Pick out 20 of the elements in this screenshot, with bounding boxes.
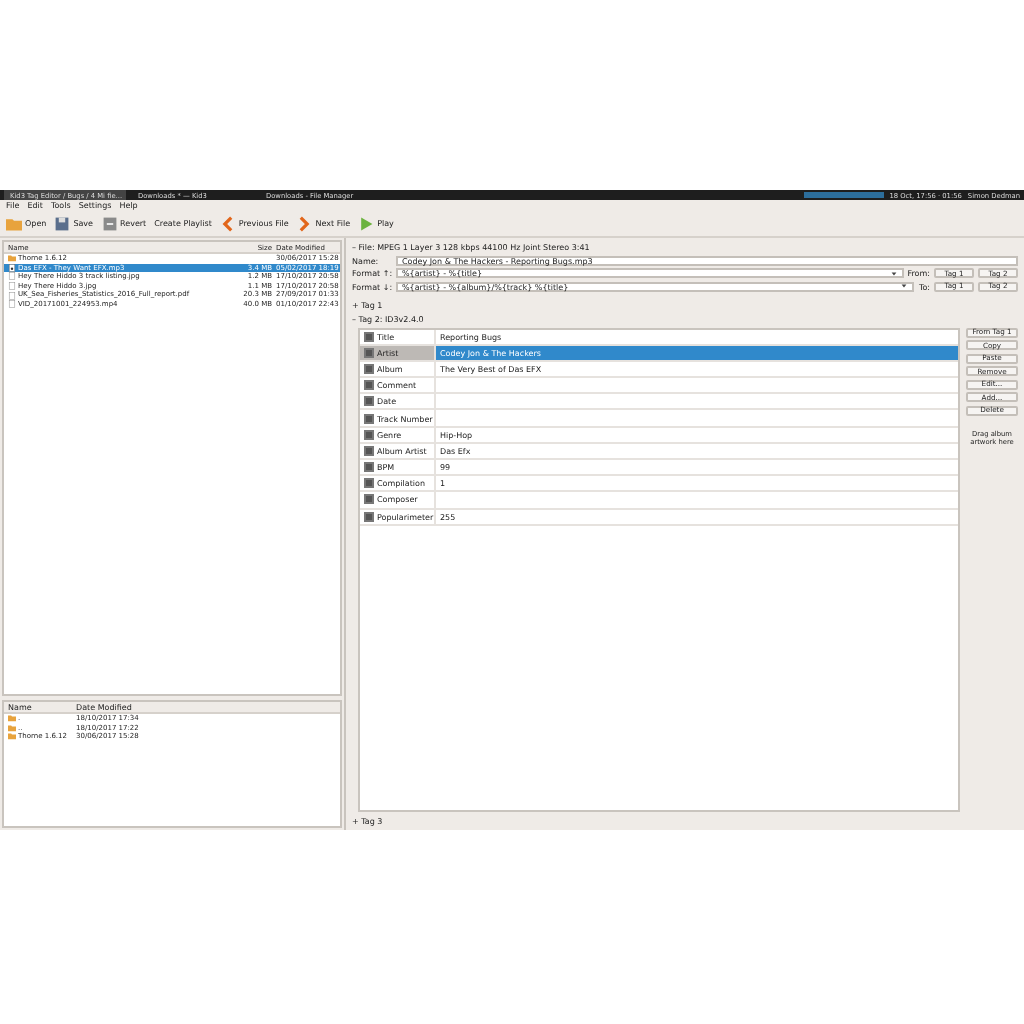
checkbox[interactable] <box>364 494 374 505</box>
checkbox[interactable] <box>364 445 374 456</box>
revert-icon <box>101 215 118 231</box>
checkbox[interactable] <box>364 396 374 407</box>
checkbox[interactable] <box>364 413 374 424</box>
folder-icon <box>8 254 16 263</box>
checkbox[interactable] <box>364 462 374 473</box>
checkbox[interactable] <box>364 478 374 489</box>
checkbox[interactable] <box>364 429 374 440</box>
checkbox[interactable] <box>364 347 374 358</box>
checkbox[interactable] <box>364 331 374 342</box>
folder-icon <box>6 215 22 231</box>
save-icon <box>54 215 71 231</box>
left-chevron-icon <box>219 215 236 231</box>
checkbox[interactable] <box>364 380 374 391</box>
checkbox[interactable] <box>364 363 374 374</box>
checkbox[interactable] <box>364 511 374 522</box>
right-chevron-icon <box>296 215 313 231</box>
audio-file-icon <box>8 263 16 272</box>
play-icon <box>358 215 375 231</box>
